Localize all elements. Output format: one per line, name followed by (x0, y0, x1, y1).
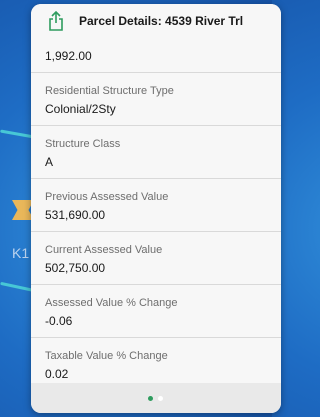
share-icon[interactable] (46, 10, 66, 32)
field-value: A (45, 155, 54, 169)
field-row-assessed-value-change: Assessed Value % Change -0.06 (31, 285, 281, 338)
field-value: -0.06 (45, 314, 73, 328)
field-row-current-assessed-value: Current Assessed Value 502,750.00 (31, 232, 281, 285)
panel-title: Parcel Details: 4539 River Trl (79, 14, 244, 28)
field-value: 1,992.00 (45, 49, 92, 63)
field-label: Residential Structure Type (45, 85, 174, 97)
panel-body[interactable]: 1,992.00 Residential Structure Type Colo… (31, 40, 281, 391)
field-label: Taxable Value % Change (45, 350, 168, 362)
field-label: Assessed Value % Change (45, 297, 178, 309)
field-value: 502,750.00 (45, 261, 106, 275)
panel-header: Parcel Details: 4539 River Trl (31, 4, 281, 40)
page-dot[interactable] (158, 396, 163, 401)
field-row: 1,992.00 (31, 40, 281, 73)
field-value: 531,690.00 (45, 208, 106, 222)
page-dot-active[interactable] (148, 396, 153, 401)
field-value: Colonial/2Sty (45, 102, 116, 116)
field-row-structure-class: Structure Class A (31, 126, 281, 179)
field-label: Structure Class (45, 138, 121, 150)
field-label: Current Assessed Value (45, 244, 163, 256)
field-label: Previous Assessed Value (45, 191, 169, 203)
page-indicator[interactable] (31, 383, 281, 413)
field-row-residential-structure-type: Residential Structure Type Colonial/2Sty (31, 73, 281, 126)
map-label: K1 (12, 245, 30, 261)
field-value: 0.02 (45, 367, 69, 381)
field-row-previous-assessed-value: Previous Assessed Value 531,690.00 (31, 179, 281, 232)
parcel-details-panel: Parcel Details: 4539 River Trl 1,992.00 … (31, 4, 281, 413)
